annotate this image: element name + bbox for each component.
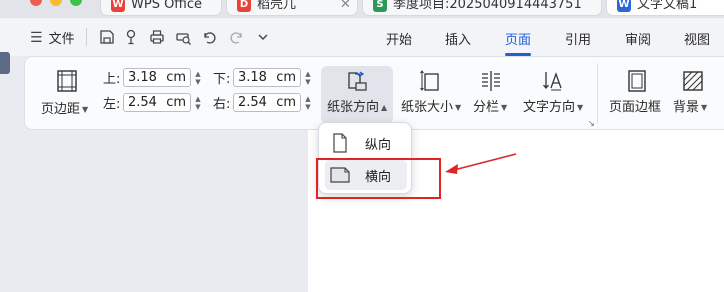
page-ribbon: 页边距 ▼ 上: 3.18 cm ▲ ▼ 下: 3.18 cm ▲ ▼ 左: 2.54… [24, 56, 724, 130]
tab-label: 文字文稿1 [637, 0, 698, 12]
margin-left-control: 左: 2.54 cm ▲ ▼ [103, 93, 203, 112]
text-direction-icon [543, 72, 562, 91]
tab-review[interactable]: 审阅 [625, 29, 651, 48]
workspace-background [0, 130, 308, 292]
page-border-icon [628, 70, 646, 92]
chevron-down-icon[interactable] [254, 28, 272, 46]
side-panel-handle[interactable] [0, 52, 10, 74]
annotation-highlight-box [316, 158, 441, 199]
tab-label: 季度项目:2025040914443751 [393, 0, 582, 12]
margin-right-value: 2.54 [238, 95, 267, 110]
caret-down-icon: ▼ [577, 103, 584, 112]
margin-top-control: 上: 3.18 cm ▲ ▼ [103, 68, 203, 87]
close-window-icon[interactable] [30, 0, 42, 6]
margin-right-control: 右: 2.54 cm ▲ ▼ [213, 93, 313, 112]
caret-down-icon: ▼ [701, 103, 708, 112]
tab-spreadsheet[interactable]: S 季度项目:2025040914443751 [362, 0, 602, 16]
columns-icon [482, 71, 500, 91]
spreadsheet-logo-icon: S [373, 0, 387, 12]
portrait-label: 纵向 [365, 137, 392, 153]
margin-bottom-control: 下: 3.18 cm ▲ ▼ [213, 68, 313, 87]
redo-icon[interactable] [228, 28, 246, 46]
menu-icon: ☰ [30, 29, 43, 46]
save-icon[interactable] [98, 28, 116, 46]
file-menu[interactable]: ☰ 文件 [30, 28, 75, 48]
orientation-portrait-item[interactable]: 纵向 [325, 128, 407, 158]
margin-left-label: 左: [103, 97, 121, 112]
tab-label: 稻壳儿 [257, 0, 297, 12]
text-direction-label: 文字方向 [523, 100, 576, 115]
background-icon [683, 71, 703, 91]
portrait-page-icon [333, 133, 347, 153]
margins-icon [57, 70, 77, 92]
paper-size-label: 纸张大小 [401, 100, 454, 115]
orientation-label: 纸张方向 [327, 100, 380, 115]
annotation-arrow-icon [445, 153, 517, 174]
margin-top-value: 3.18 [128, 70, 157, 85]
wps-logo-icon: W [111, 0, 125, 12]
margin-unit: cm [166, 95, 186, 110]
background-button[interactable]: 背景 ▼ [671, 63, 719, 123]
tab-document[interactable]: W 文字文稿1 [606, 0, 724, 16]
margin-left-value: 2.54 [128, 95, 157, 110]
tab-wps-office[interactable]: W WPS Office [100, 0, 222, 16]
margin-right-input[interactable]: 2.54 cm [233, 93, 301, 112]
divider [597, 63, 598, 123]
tab-references[interactable]: 引用 [565, 29, 591, 48]
print-icon[interactable] [148, 28, 166, 46]
caret-down-icon: ▼ [82, 105, 89, 114]
orientation-icon [348, 71, 367, 91]
menu-bar: ☰ 文件 开始 插入 页面 引用 审阅 视图 [0, 18, 724, 56]
margin-top-input[interactable]: 3.18 cm [123, 68, 191, 87]
margin-right-stepper[interactable]: ▲ ▼ [303, 93, 313, 112]
margin-unit: cm [166, 70, 186, 85]
tab-insert[interactable]: 插入 [445, 29, 471, 48]
undo-icon[interactable] [200, 28, 218, 46]
paper-size-button[interactable]: 纸张大小 ▼ [397, 63, 463, 123]
divider [86, 28, 87, 46]
margin-bottom-stepper[interactable]: ▲ ▼ [303, 68, 313, 87]
file-menu-label: 文件 [48, 32, 75, 47]
tab-label: WPS Office [131, 0, 203, 12]
tab-page[interactable]: 页面 [505, 29, 531, 48]
margin-bottom-value: 3.18 [238, 70, 267, 85]
margin-left-input[interactable]: 2.54 cm [123, 93, 191, 112]
margin-unit: cm [276, 70, 296, 85]
columns-label: 分栏 [473, 100, 500, 115]
format-painter-icon[interactable] [122, 28, 140, 46]
margin-top-label: 上: [103, 72, 121, 87]
page-border-button[interactable]: 页面边框 [605, 63, 667, 123]
margin-unit: cm [276, 95, 296, 110]
columns-button[interactable]: 分栏 ▼ [469, 63, 515, 123]
paper-size-icon [420, 70, 439, 91]
window-tab-strip: W WPS Office D 稻壳儿 ✕ S 季度项目:202504091444… [0, 0, 724, 18]
tab-view[interactable]: 视图 [684, 29, 710, 48]
text-direction-button[interactable]: 文字方向 ▼ [519, 63, 587, 123]
tab-docer[interactable]: D 稻壳儿 ✕ [226, 0, 358, 16]
margin-right-label: 右: [213, 97, 231, 112]
background-label: 背景 [673, 100, 700, 115]
tab-home[interactable]: 开始 [386, 29, 412, 48]
print-preview-icon[interactable] [174, 28, 192, 46]
margin-top-stepper[interactable]: ▲ ▼ [193, 68, 203, 87]
docer-logo-icon: D [237, 0, 251, 12]
maximize-window-icon[interactable] [70, 0, 82, 6]
margins-label: 页边距 [41, 102, 81, 117]
close-tab-icon[interactable]: ✕ [340, 0, 351, 12]
minimize-window-icon[interactable] [50, 0, 62, 6]
dialog-launcher-icon[interactable]: ↘ [588, 119, 595, 128]
margin-bottom-label: 下: [213, 72, 231, 87]
page-border-label: 页面边框 [609, 100, 662, 115]
margins-button[interactable]: 页边距 ▼ [35, 63, 97, 123]
caret-down-icon: ▼ [455, 103, 462, 112]
orientation-button[interactable]: 纸张方向 ▲ [321, 66, 393, 124]
margin-left-stepper[interactable]: ▲ ▼ [193, 93, 203, 112]
caret-up-icon: ▲ [381, 103, 388, 112]
writer-logo-icon: W [617, 0, 631, 12]
margin-bottom-input[interactable]: 3.18 cm [233, 68, 301, 87]
caret-down-icon: ▼ [501, 103, 508, 112]
